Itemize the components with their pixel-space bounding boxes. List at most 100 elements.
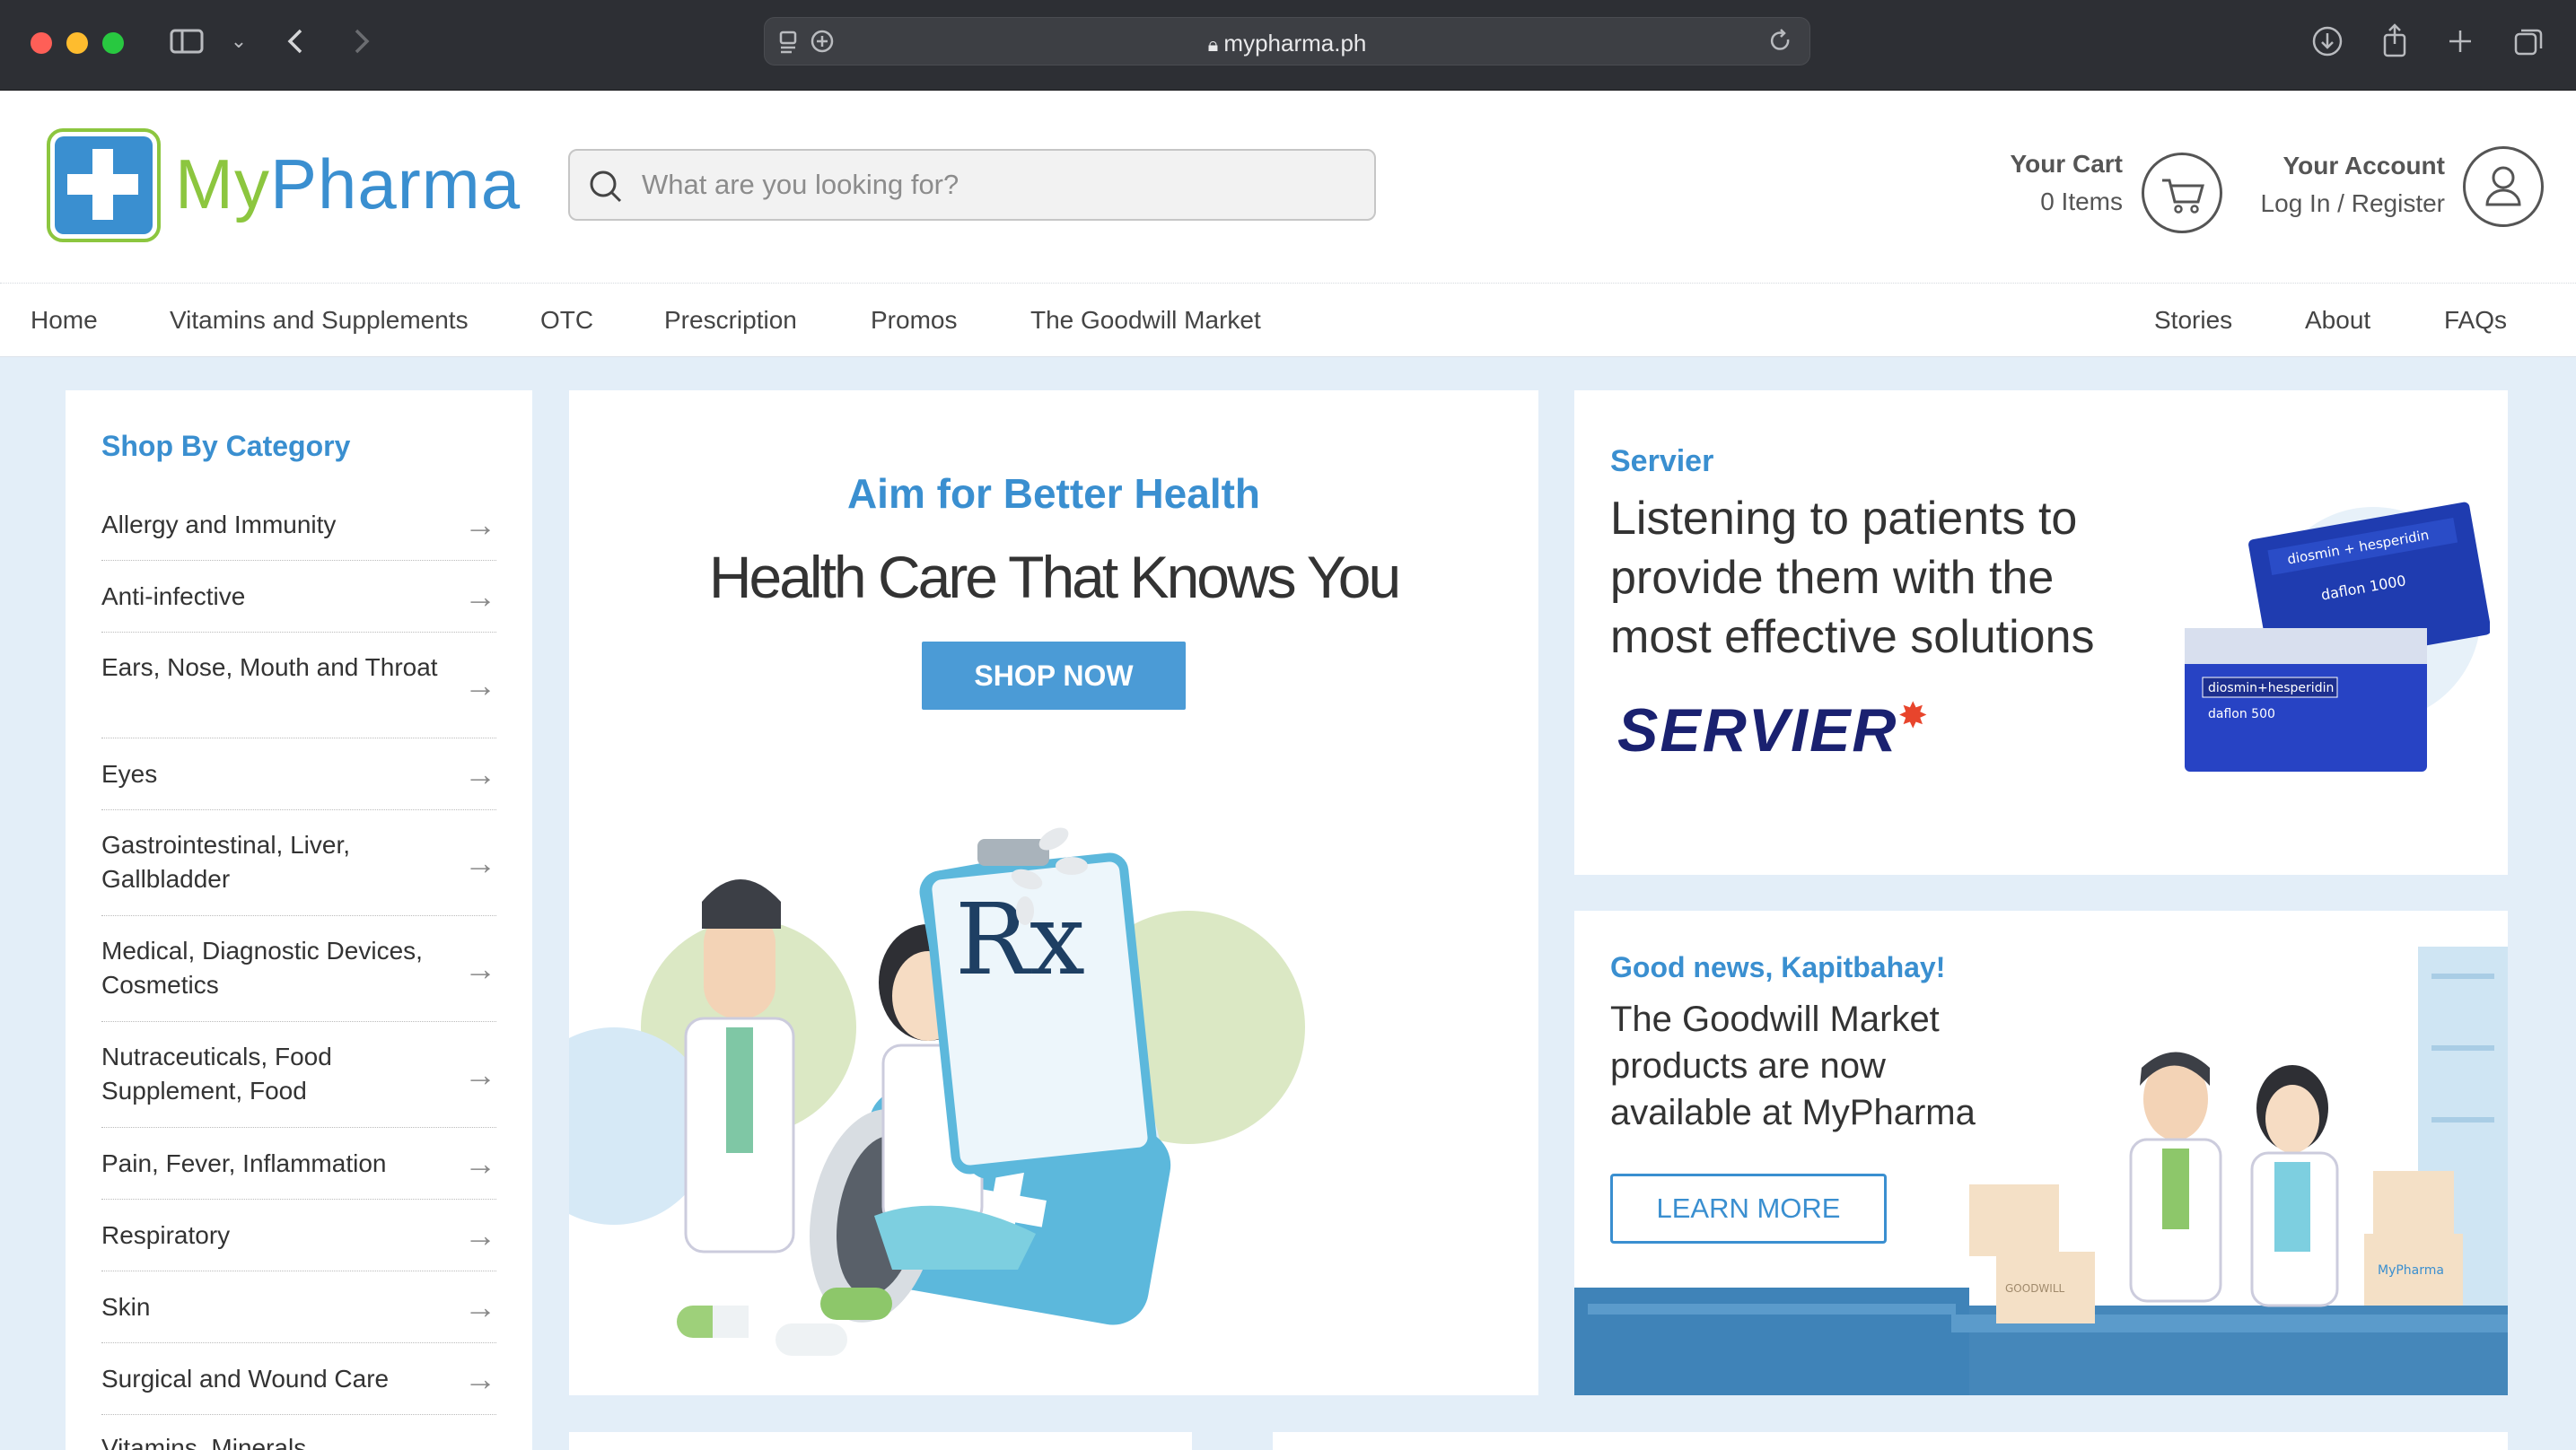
- pharmacists-illustration: Rx: [569, 827, 1305, 1356]
- logo-word-my: My: [175, 144, 270, 223]
- category-item[interactable]: Ears, Nose, Mouth and Throat →: [101, 633, 496, 738]
- arrow-right-icon: →: [464, 755, 496, 792]
- category-label: Medical, Diagnostic Devices, Cosmetics: [101, 937, 423, 999]
- cart-title: Your Cart: [2010, 150, 2124, 178]
- url-text: 🔒︎ mypharma.ph: [765, 30, 1809, 57]
- category-label: Allergy and Immunity: [101, 511, 337, 538]
- goodwill-pharmacists-illustration: [2129, 1052, 2339, 1307]
- category-label: Vitamins, Minerals: [101, 1434, 307, 1450]
- tab-overview-icon[interactable]: [2510, 23, 2546, 59]
- user-account-icon[interactable]: [2463, 146, 2544, 227]
- zoom-window-button[interactable]: [102, 32, 124, 54]
- arrow-right-icon: →: [464, 1216, 496, 1253]
- shop-now-button[interactable]: SHOP NOW: [922, 642, 1186, 710]
- category-label: Ears, Nose, Mouth and Throat: [101, 653, 438, 681]
- category-label: Pain, Fever, Inflammation: [101, 1149, 387, 1177]
- category-sidebar: Shop By Category Allergy and Immunity → A…: [66, 390, 532, 1450]
- arrow-right-icon: →: [464, 505, 496, 543]
- sidebar-toggle-icon[interactable]: [169, 23, 205, 59]
- chevron-down-icon[interactable]: ⌄: [221, 23, 257, 59]
- box2-text: diosmin+hesperidin: [2208, 681, 2334, 695]
- category-item[interactable]: Gastrointestinal, Liver, Gallbladder →: [101, 810, 496, 916]
- servier-message: Listening to patients to provide them wi…: [1610, 493, 2095, 663]
- category-label: Respiratory: [101, 1221, 231, 1249]
- category-item[interactable]: Respiratory →: [101, 1200, 496, 1271]
- servier-ad-card[interactable]: Servier Listening to patients to provide…: [1574, 390, 2508, 875]
- mypharma-box-label: MyPharma: [2378, 1263, 2444, 1278]
- forward-arrow-icon[interactable]: [343, 23, 379, 59]
- nav-promos[interactable]: Promos: [871, 306, 957, 335]
- minimize-window-button[interactable]: [66, 32, 88, 54]
- goodwill-box-label: GOODWILL: [2005, 1282, 2065, 1295]
- arrow-right-icon: →: [464, 577, 496, 615]
- download-icon[interactable]: [2309, 23, 2345, 59]
- address-bar[interactable]: 🔒︎ mypharma.ph: [764, 17, 1810, 66]
- arrow-right-icon: →: [464, 666, 496, 703]
- category-item[interactable]: Vitamins, Minerals: [101, 1415, 496, 1450]
- category-item[interactable]: Eyes →: [101, 738, 496, 810]
- close-window-button[interactable]: [31, 32, 52, 54]
- category-label: Nutraceuticals, Food Supplement, Food: [101, 1043, 332, 1105]
- search-icon: [590, 170, 622, 203]
- search-input[interactable]: [642, 167, 1342, 203]
- nav-otc[interactable]: OTC: [540, 306, 593, 335]
- hero-subtitle: Aim for Better Health: [846, 470, 1261, 517]
- arrow-right-icon: →: [464, 843, 496, 881]
- arrow-right-icon: →: [464, 949, 496, 987]
- nav-prescription[interactable]: Prescription: [664, 306, 797, 335]
- search-box[interactable]: [568, 149, 1376, 221]
- logo-word-pharma: Pharma: [269, 144, 521, 223]
- reload-icon[interactable]: [1763, 23, 1799, 59]
- url-value: mypharma.ph: [1223, 30, 1367, 57]
- cart-icon[interactable]: [2142, 153, 2222, 233]
- new-tab-icon[interactable]: [2442, 23, 2478, 59]
- category-item[interactable]: Skin →: [101, 1271, 496, 1343]
- nav-vitamins-supplements[interactable]: Vitamins and Supplements: [170, 306, 469, 335]
- goodwill-market-ad-card[interactable]: Good news, Kapitbahay! The Goodwill Mark…: [1574, 911, 2508, 1395]
- hero-title: Health Care That Knows You: [708, 544, 1401, 610]
- promo-card[interactable]: [1273, 1432, 1896, 1450]
- arrow-right-icon: →: [464, 1359, 496, 1397]
- nav-goodwill-market[interactable]: The Goodwill Market: [1030, 306, 1261, 335]
- category-item[interactable]: Nutraceuticals, Food Supplement, Food →: [101, 1022, 496, 1128]
- login-register-link[interactable]: Log In / Register: [2261, 185, 2445, 223]
- servier-brand-label: Servier: [1610, 444, 1714, 478]
- nav-faqs[interactable]: FAQs: [2444, 306, 2507, 335]
- sidebar-title: Shop By Category: [101, 430, 351, 462]
- category-item[interactable]: Pain, Fever, Inflammation →: [101, 1128, 496, 1200]
- arrow-right-icon: →: [464, 1055, 496, 1093]
- daflon-product-illustration: diosmin + hesperidin daflon 1000 diosmin…: [2185, 502, 2490, 772]
- arrow-right-icon: →: [464, 1288, 496, 1325]
- category-label: Surgical and Wound Care: [101, 1365, 390, 1393]
- category-item[interactable]: Medical, Diagnostic Devices, Cosmetics →: [101, 916, 496, 1022]
- cart-item-count: 0 Items: [2040, 188, 2123, 215]
- category-item[interactable]: Anti-infective →: [101, 561, 496, 633]
- category-label: Anti-infective: [101, 582, 246, 610]
- category-label: Eyes: [101, 760, 158, 788]
- category-label: Skin: [101, 1293, 151, 1321]
- account-summary[interactable]: Your Account Log In / Register: [2261, 147, 2445, 223]
- cart-summary[interactable]: Your Cart 0 Items: [2011, 145, 2124, 221]
- category-item[interactable]: Surgical and Wound Care →: [101, 1343, 496, 1415]
- goodwill-store-illustration: GOODWILL MyPharma: [1574, 947, 2508, 1395]
- box2-name: daflon 500: [2208, 707, 2275, 721]
- back-arrow-icon[interactable]: [278, 23, 314, 59]
- share-icon[interactable]: [2377, 22, 2413, 57]
- site-logo-text[interactable]: MyPharma: [175, 144, 521, 224]
- lock-icon: 🔒︎: [1207, 33, 1224, 56]
- servier-logo-text: SERVIER: [1617, 696, 1898, 764]
- nav-stories[interactable]: Stories: [2154, 306, 2232, 335]
- mypharma-logo-icon[interactable]: [47, 128, 161, 242]
- category-item[interactable]: Allergy and Immunity →: [101, 489, 496, 561]
- nav-home[interactable]: Home: [31, 306, 98, 335]
- hero-banner: Aim for Better Health Health Care That K…: [569, 390, 1538, 1395]
- promo-card[interactable]: [1885, 1432, 2508, 1450]
- clipboard-illustration: Rx: [919, 839, 1157, 1179]
- arrow-right-icon: →: [464, 1144, 496, 1182]
- servier-logo: SERVIER✸: [1617, 695, 1930, 765]
- category-label: Gastrointestinal, Liver, Gallbladder: [101, 831, 351, 893]
- account-title: Your Account: [2282, 152, 2445, 179]
- nav-about[interactable]: About: [2305, 306, 2370, 335]
- star-icon: ✸: [1897, 696, 1931, 736]
- promo-card[interactable]: [569, 1432, 1192, 1450]
